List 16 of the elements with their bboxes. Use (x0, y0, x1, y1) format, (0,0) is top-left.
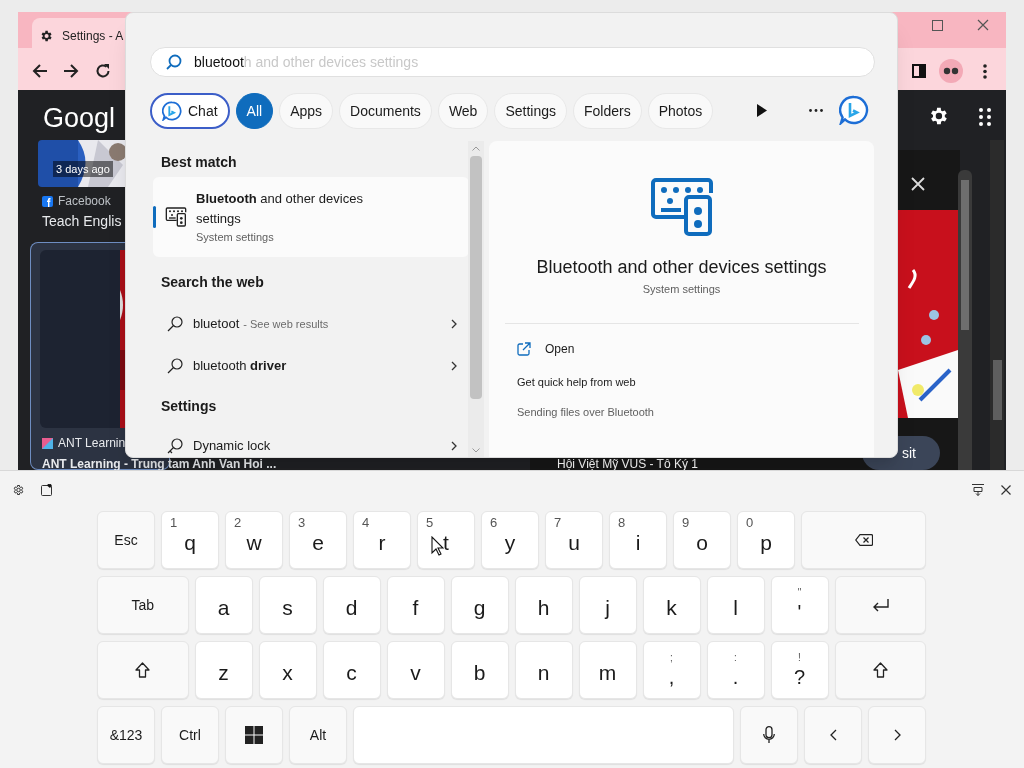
result-text: Dynamic lock (193, 437, 271, 456)
help-heading: Get quick help from web (517, 375, 636, 390)
source-label: Facebook (58, 194, 111, 209)
detail-subtitle: System settings (642, 282, 721, 297)
section-heading: Search the web (161, 273, 265, 291)
source-label: ANT Learnin (58, 436, 126, 451)
search-query: bluetoot (194, 52, 244, 72)
result-text: bluetooth driver (193, 357, 287, 376)
section-heading: Settings (161, 397, 218, 415)
detail-title: Bluetooth and other devices settings (536, 256, 827, 279)
result-title: Bluetooth and other devices settings (196, 190, 364, 228)
result-note: - See web results (243, 316, 329, 332)
time-badge: 3 days ago (53, 161, 113, 177)
section-heading: Best match (161, 153, 238, 171)
result-text: bluetoot (193, 315, 240, 334)
result-subtitle: System settings (196, 230, 275, 245)
